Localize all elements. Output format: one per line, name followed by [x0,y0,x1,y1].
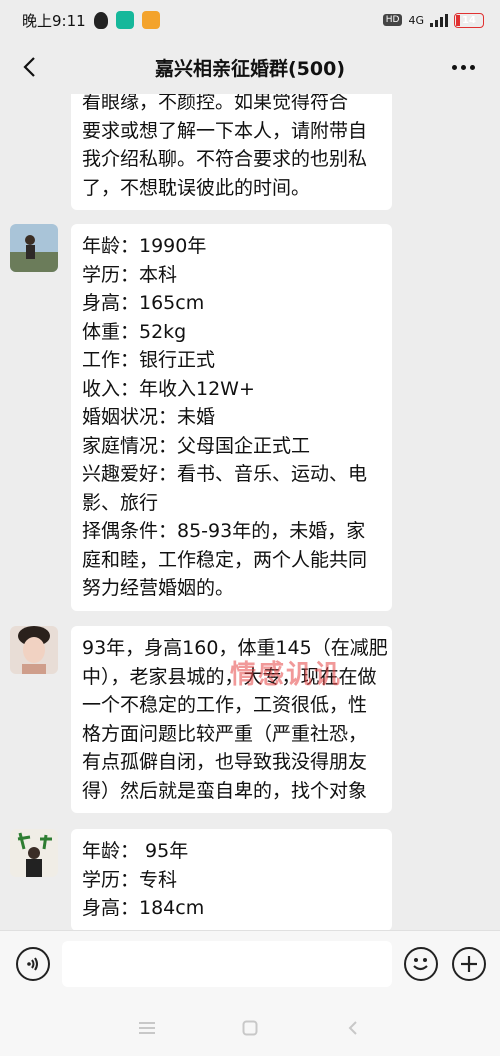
message-line: 年龄：1990年 [82,235,207,257]
message-line: 择偶条件：85-93年的，未婚，家 [82,520,366,542]
message-line: 学历：专科 [82,868,178,891]
signal-icon [430,13,448,27]
message-bubble[interactable]: 看眼缘，不颜控。如果觉得符合 要求或想了解一下本人，请附带自 我介绍私聊。不符合… [71,94,392,210]
home-nav-button[interactable] [242,1020,258,1040]
battery-icon: 14 [454,12,484,28]
back-button[interactable] [14,52,44,82]
message-line: 工作：银行正式 [82,349,216,371]
message-line: 年龄： 95年 [82,840,189,862]
message-line: 看眼缘，不颜控。如果觉得符合 [82,94,349,113]
home-square-icon [242,1020,258,1036]
watermark: 情感讥讥 [230,660,343,690]
dot-icon [460,64,466,70]
message-line: 兴趣爱好：看书、音乐、运动、电 [82,463,368,485]
dot-icon [451,64,457,70]
menu-nav-button[interactable] [138,1020,156,1039]
message-line: 收入：年收入12W+ [82,377,255,400]
status-right: HD 4G 14 [382,12,484,28]
avatar[interactable] [10,224,58,272]
avatar[interactable] [10,626,58,674]
system-nav-bar [0,1000,500,1056]
avatar[interactable] [10,829,58,877]
shield-icon [115,11,134,29]
message-input[interactable] [62,941,392,987]
back-nav-button[interactable] [348,1020,358,1040]
message-line: 学历：本科 [82,263,178,286]
message-line: 一个不稳定的工作，工资很低，性 [82,694,368,716]
hd-badge: HD [382,14,403,26]
network-label: 4G [408,13,424,27]
message-line: 我介绍私聊。不符合要求的也别私 [82,148,368,170]
message-line: 有点孤僻自闭，也导致我没得朋友 [82,751,368,773]
status-bar: 晚上9:11 HD 4G 14 [0,0,500,40]
dot-icon [469,64,475,70]
message-line: 身高：165cm [82,292,205,314]
battery-level: 14 [462,14,476,26]
chat-header: 嘉兴相亲征婚群(500) [0,40,500,94]
message-line: 得）然后就是蛮自卑的，找个对象 [82,779,368,802]
message-bubble[interactable]: 年龄： 95年 学历：专科 身高：184cm [71,829,392,930]
plus-button[interactable] [452,947,486,981]
message-line: 体重：52kg [82,320,187,343]
chevron-left-icon [348,1021,357,1035]
chevron-left-icon [23,57,35,77]
avatar-image [10,829,58,877]
smile-icon [413,958,428,971]
input-bar [0,930,500,1000]
emoji-button[interactable] [404,947,438,981]
message-line: 了，不想耽误彼此的时间。 [82,176,311,199]
avatar-image [10,626,58,674]
message-line: 努力经营婚姻的。 [82,577,235,599]
message-line: 家庭情况：父母国企正式工 [82,434,311,457]
message-notification-icon [141,11,160,29]
message-line: 格方面问题比较严重（严重社恐， [82,722,368,745]
message-line: 要求或想了解一下本人，请附带自 [82,119,368,142]
plus-icon [461,956,477,972]
qq-icon [93,11,108,29]
battery-fill [456,14,460,26]
message-line: 婚姻状况：未婚 [82,406,216,428]
more-button[interactable] [448,52,478,82]
message-line: 庭和睦，工作稳定，两个人能共同 [82,548,368,571]
status-time: 晚上9:11 [22,11,86,30]
voice-icon [27,957,38,971]
chat-title: 嘉兴相亲征婚群(500) [154,57,346,80]
message-line: 影、旅行 [82,491,159,514]
voice-button[interactable] [16,947,50,981]
menu-icon [139,1022,155,1034]
message-bubble[interactable]: 年龄：1990年 学历：本科 身高：165cm 体重：52kg 工作：银行正式 … [71,224,392,611]
message-list[interactable]: 看眼缘，不颜控。如果觉得符合 要求或想了解一下本人，请附带自 我介绍私聊。不符合… [0,94,500,930]
message-line: 身高：184cm [82,897,205,919]
avatar-image [10,224,58,272]
status-left: 晚上9:11 [22,10,383,31]
